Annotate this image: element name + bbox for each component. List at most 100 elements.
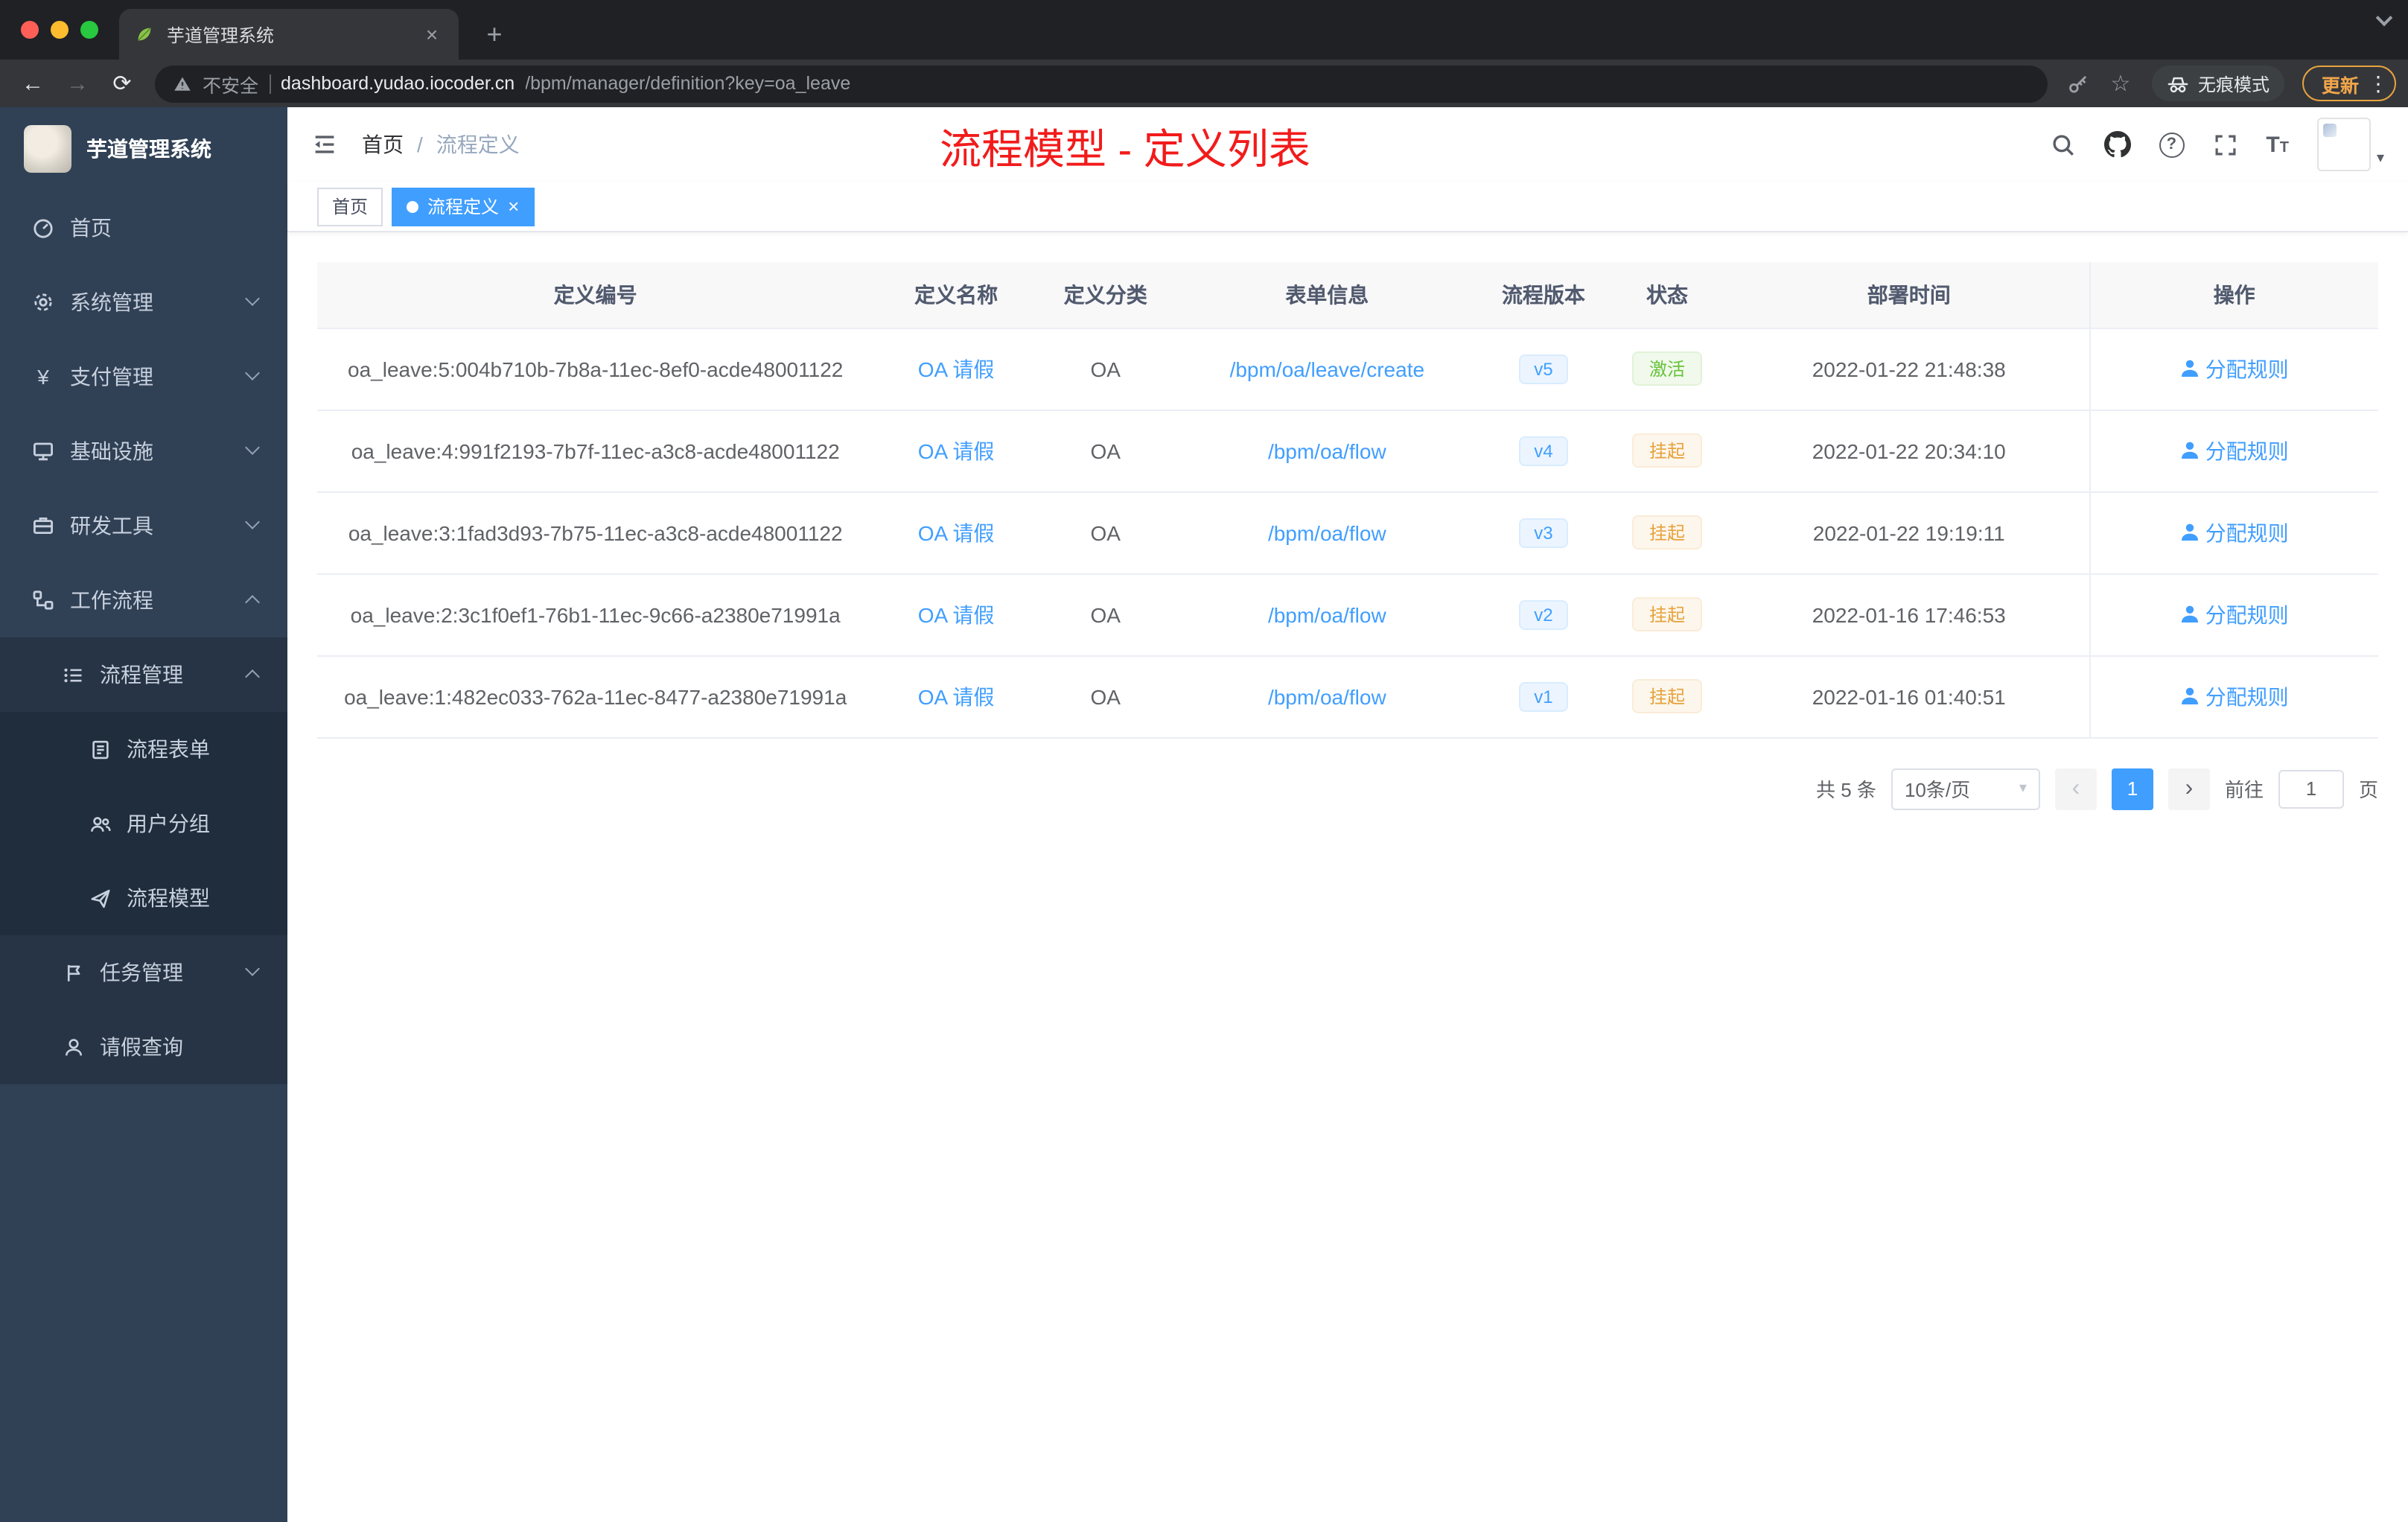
user-icon: [65, 1038, 83, 1055]
sidebar-item-infrastructure[interactable]: 基础设施: [0, 414, 287, 488]
col-deploy-time: 部署时间: [1729, 262, 2090, 328]
new-tab-button[interactable]: +: [477, 19, 512, 51]
sidebar-item-label: 请假查询: [100, 1035, 183, 1059]
reload-button[interactable]: ⟳: [101, 64, 143, 103]
current-page-button[interactable]: 1: [2111, 768, 2153, 809]
sidebar-item-home[interactable]: 首页: [0, 191, 287, 265]
update-label: 更新: [2321, 75, 2359, 96]
address-bar[interactable]: 不安全 dashboard.yudao.iocoder.cn/bpm/manag…: [155, 65, 2048, 102]
form-info-link[interactable]: /bpm/oa/flow: [1268, 684, 1386, 708]
user-menu[interactable]: ▾: [2316, 118, 2384, 171]
sidebar-item-label: 流程管理: [100, 663, 183, 687]
tag-home[interactable]: 首页: [317, 187, 383, 226]
definition-category: OA: [1038, 573, 1173, 656]
document-icon: [92, 739, 109, 759]
goto-page-input[interactable]: [2278, 769, 2344, 808]
tag-process-definition[interactable]: 流程定义 ×: [392, 187, 535, 226]
sidebar-item-payment[interactable]: ¥ 支付管理: [0, 340, 287, 414]
sidebar-item-process-management[interactable]: 流程管理: [0, 637, 287, 712]
close-window-button[interactable]: [21, 21, 39, 39]
sidebar-item-label: 任务管理: [100, 961, 183, 984]
sidebar-item-leave-query[interactable]: 请假查询: [0, 1010, 287, 1084]
minimize-window-button[interactable]: [51, 21, 69, 39]
assign-rule-link[interactable]: 分配规则: [2180, 681, 2289, 711]
form-info-link[interactable]: /bpm/oa/leave/create: [1230, 357, 1425, 380]
chevron-down-icon: [245, 515, 260, 529]
prev-page-button[interactable]: ‹: [2054, 768, 2097, 809]
sidebar-item-system[interactable]: 系统管理: [0, 265, 287, 340]
person-icon: [2181, 605, 2198, 623]
url-path: /bpm/manager/definition?key=oa_leave: [525, 73, 851, 94]
goto-label: 前往: [2224, 779, 2264, 801]
main-panel: 首页 / 流程定义 流程模型 - 定义列表 ? TT ▾ 首页 流程定义 × 定…: [287, 107, 2408, 1522]
deploy-time: 2022-01-16 17:46:53: [1729, 573, 2090, 656]
breadcrumb-home[interactable]: 首页: [362, 130, 404, 159]
security-label[interactable]: 不安全: [203, 69, 258, 98]
tag-label: 流程定义: [427, 197, 500, 217]
browser-tab[interactable]: 芋道管理系统 ×: [119, 9, 459, 60]
dashboard-icon: [34, 219, 53, 238]
definition-name-link[interactable]: OA 请假: [918, 357, 995, 380]
sidebar-item-dev-tools[interactable]: 研发工具: [0, 488, 287, 563]
workflow-icon: [33, 590, 54, 610]
table-row: oa_leave:1:482ec033-762a-11ec-8477-a2380…: [317, 655, 2378, 738]
maximize-window-button[interactable]: [80, 21, 98, 39]
sidebar-item-process-model[interactable]: 流程模型: [0, 861, 287, 935]
forward-button[interactable]: →: [57, 64, 98, 103]
col-definition-id: 定义编号: [317, 262, 874, 328]
form-info-link[interactable]: /bpm/oa/flow: [1268, 520, 1386, 544]
definition-id: oa_leave:2:3c1f0ef1-76b1-11ec-9c66-a2380…: [317, 573, 874, 656]
bookmark-star-icon[interactable]: ☆: [2101, 70, 2140, 97]
form-info-link[interactable]: /bpm/oa/flow: [1268, 602, 1386, 626]
page-title-annotation: 流程模型 - 定义列表: [940, 127, 1310, 173]
tag-close-icon[interactable]: ×: [508, 197, 519, 216]
sidebar-item-label: 工作流程: [70, 588, 153, 612]
font-size-icon[interactable]: TT: [2266, 132, 2289, 157]
pagination: 共 5 条 10条/页 ▾ ‹ 1 › 前往 页: [317, 768, 2378, 809]
breadcrumb-separator: /: [417, 133, 423, 156]
form-info-link[interactable]: /bpm/oa/flow: [1268, 439, 1386, 462]
assign-rule-link[interactable]: 分配规则: [2180, 354, 2289, 383]
page-size-select[interactable]: 10条/页 ▾: [1891, 768, 2040, 809]
definition-name-link[interactable]: OA 请假: [918, 602, 995, 626]
yen-icon: ¥: [37, 365, 49, 389]
password-key-icon[interactable]: [2060, 72, 2098, 95]
github-icon[interactable]: [2103, 131, 2131, 158]
sidebar-logo[interactable]: 芋道管理系统: [0, 107, 287, 191]
sidebar-item-user-group[interactable]: 用户分组: [0, 786, 287, 861]
sidebar-collapse-button[interactable]: [311, 131, 338, 158]
browser-update-chip[interactable]: 更新 ⋮: [2302, 66, 2396, 101]
assign-rule-link[interactable]: 分配规则: [2180, 436, 2289, 465]
definition-name-link[interactable]: OA 请假: [918, 439, 995, 462]
sidebar-item-process-form[interactable]: 流程表单: [0, 712, 287, 786]
definition-name-link[interactable]: OA 请假: [918, 520, 995, 544]
assign-rule-link[interactable]: 分配规则: [2180, 599, 2289, 629]
help-icon[interactable]: ?: [2159, 132, 2185, 157]
browser-menu-icon[interactable]: ⋮: [2368, 71, 2389, 96]
search-icon[interactable]: [2050, 132, 2075, 157]
deploy-time: 2022-01-22 21:48:38: [1729, 328, 2090, 410]
sidebar-item-label: 用户分组: [127, 812, 210, 835]
definition-id: oa_leave:4:991f2193-7b7f-11ec-a3c8-acde4…: [317, 410, 874, 492]
sidebar-item-task-management[interactable]: 任务管理: [0, 935, 287, 1010]
sidebar-item-workflow[interactable]: 工作流程: [0, 563, 287, 637]
window-controls: [0, 0, 119, 60]
fullscreen-icon[interactable]: [2212, 132, 2237, 157]
incognito-icon: [2167, 76, 2188, 92]
chevron-down-icon: [245, 961, 260, 976]
tab-overflow-chevron-icon[interactable]: [2375, 9, 2393, 27]
definition-category: OA: [1038, 655, 1173, 738]
col-status: 状态: [1605, 262, 1730, 328]
sidebar: 芋道管理系统 首页 系统管理 ¥ 支付管理 基础设施 研发工具 工作流程 流程管…: [0, 107, 287, 1522]
definition-table: 定义编号 定义名称 定义分类 表单信息 流程版本 状态 部署时间 操作 oa_l: [317, 262, 2378, 738]
security-warning-icon: [174, 76, 191, 90]
assign-rule-link[interactable]: 分配规则: [2180, 518, 2289, 547]
next-page-button[interactable]: ›: [2167, 768, 2210, 809]
breadcrumb: 首页 / 流程定义: [362, 130, 520, 159]
definition-name-link[interactable]: OA 请假: [918, 684, 995, 708]
tab-close-icon[interactable]: ×: [420, 22, 444, 46]
chevron-up-icon: [245, 595, 260, 610]
deploy-time: 2022-01-22 19:19:11: [1729, 491, 2090, 574]
definition-id: oa_leave:3:1fad3d93-7b75-11ec-a3c8-acde4…: [317, 491, 874, 574]
back-button[interactable]: ←: [12, 64, 54, 103]
